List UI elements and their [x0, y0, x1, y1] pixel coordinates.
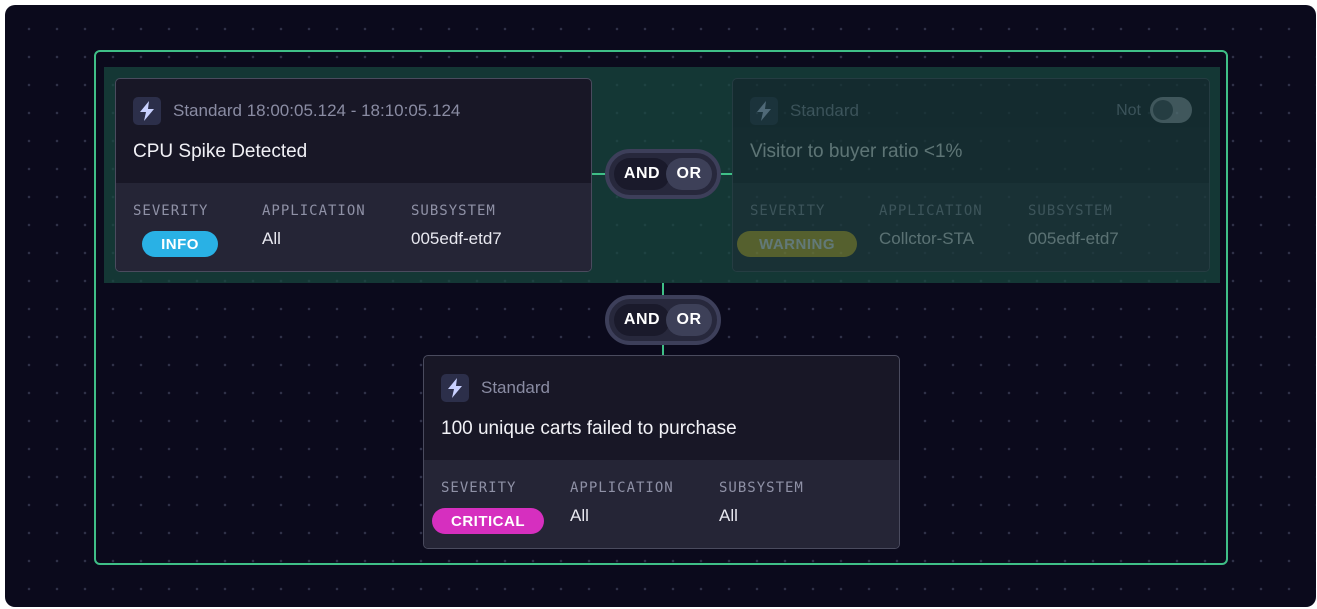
- severity-label: SEVERITY: [750, 203, 826, 219]
- not-toggle[interactable]: [1150, 97, 1192, 123]
- application-label: APPLICATION: [262, 203, 366, 219]
- card-title: 100 unique carts failed to purchase: [441, 418, 737, 439]
- severity-badge: INFO: [142, 231, 218, 257]
- card-title: Visitor to buyer ratio <1%: [750, 141, 963, 162]
- connector-line: [662, 344, 664, 355]
- severity-label: SEVERITY: [441, 480, 517, 496]
- application-value: All: [570, 506, 589, 525]
- and-or-operator: AND OR: [605, 149, 721, 199]
- application-label: APPLICATION: [879, 203, 983, 219]
- subsystem-value: All: [719, 506, 738, 525]
- subsystem-label: SUBSYSTEM: [719, 480, 804, 496]
- lightning-bolt-icon: [750, 97, 778, 125]
- card-type-label: Standard: [481, 378, 550, 397]
- lightning-bolt-icon: [441, 374, 469, 402]
- or-option[interactable]: OR: [666, 304, 712, 336]
- application-value: All: [262, 229, 281, 248]
- condition-card[interactable]: Standard 100 unique carts failed to purc…: [423, 355, 900, 549]
- subsystem-value: 005edf-etd7: [411, 229, 502, 248]
- and-option[interactable]: AND: [614, 304, 670, 336]
- severity-badge: WARNING: [737, 231, 857, 257]
- subsystem-label: SUBSYSTEM: [411, 203, 496, 219]
- card-type-label: Standard: [790, 101, 859, 120]
- severity-label: SEVERITY: [133, 203, 209, 219]
- application-label: APPLICATION: [570, 480, 674, 496]
- card-type-label: Standard 18:00:05.124 - 18:10:05.124: [173, 101, 461, 120]
- card-title: CPU Spike Detected: [133, 141, 308, 162]
- not-toggle-label: Not: [1116, 102, 1141, 119]
- application-value: Collctor-STA: [879, 229, 975, 248]
- subsystem-value: 005edf-etd7: [1028, 229, 1119, 248]
- subsystem-label: SUBSYSTEM: [1028, 203, 1113, 219]
- lightning-bolt-icon: [133, 97, 161, 125]
- and-or-operator: AND OR: [605, 295, 721, 345]
- condition-card[interactable]: Standard 18:00:05.124 - 18:10:05.124 CPU…: [115, 78, 592, 272]
- rule-builder-canvas: Standard 18:00:05.124 - 18:10:05.124 CPU…: [5, 5, 1316, 607]
- toggle-knob: [1153, 100, 1173, 120]
- condition-card-disabled[interactable]: Standard Not Visitor to buyer ratio <1% …: [732, 78, 1210, 272]
- and-option[interactable]: AND: [614, 158, 670, 190]
- severity-badge: CRITICAL: [432, 508, 544, 534]
- or-option[interactable]: OR: [666, 158, 712, 190]
